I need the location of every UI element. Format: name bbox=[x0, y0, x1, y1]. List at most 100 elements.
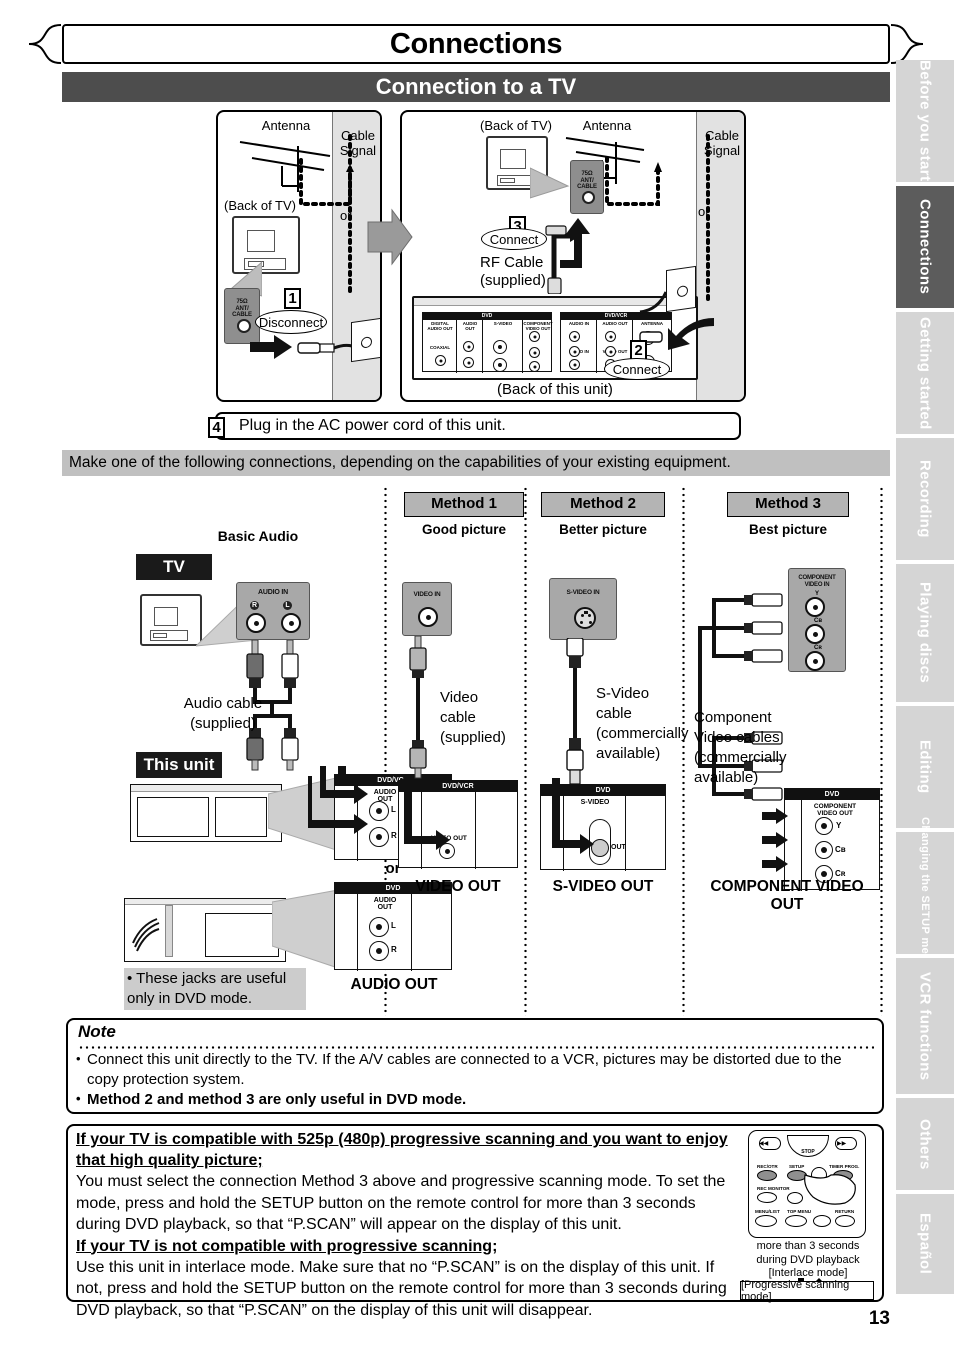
rec-monitor-button bbox=[757, 1192, 777, 1203]
rf-cable-label: RF Cable (supplied) bbox=[480, 254, 546, 289]
s-video-din-jack bbox=[574, 607, 596, 629]
sidebar-tab-espanol[interactable]: Español bbox=[896, 1194, 954, 1294]
tab-label: Recording bbox=[916, 460, 934, 538]
component-y-jack bbox=[529, 331, 540, 342]
component-in-cr-jack bbox=[805, 651, 825, 671]
component-video-out-caption: COMPONENT VIDEO OUT bbox=[710, 878, 864, 913]
page-number: 13 bbox=[868, 1308, 890, 1329]
sidebar-tab-editing[interactable]: Editing bbox=[896, 706, 954, 828]
step-3-action: Connect bbox=[481, 228, 547, 250]
video-in-jack-2 bbox=[418, 607, 438, 627]
page-title: Connections bbox=[389, 27, 563, 60]
banner-wing-left-icon bbox=[28, 24, 62, 64]
back-of-tv-label: (Back of TV) bbox=[224, 198, 297, 213]
component-out-cb-tag: Cʙ bbox=[835, 845, 846, 854]
top-menu-button bbox=[785, 1215, 807, 1227]
sidebar-tab-vcr-functions[interactable]: VCR functions bbox=[896, 958, 954, 1094]
audio-out-l-letter: L bbox=[391, 805, 396, 814]
note-box: Note Connect this unit directly to the T… bbox=[66, 1018, 884, 1114]
component-out-y-tag: Y bbox=[836, 821, 842, 830]
remote-caption: more than 3 seconds during DVD playback … bbox=[756, 1240, 860, 1279]
rear-tag-dvd: DVD bbox=[423, 313, 551, 320]
audio-out-l-jack-4 bbox=[369, 917, 389, 937]
setup-label: SETUP bbox=[789, 1164, 805, 1169]
sidebar-tab-recording[interactable]: Recording bbox=[896, 438, 954, 560]
sidebar-tab-connections[interactable]: Connections bbox=[896, 186, 954, 308]
rear-label-component-video-out: COMPONENT VIDEO OUT bbox=[523, 321, 553, 331]
audio-in-l-jack bbox=[569, 331, 580, 342]
column-divider-2 bbox=[524, 486, 527, 1016]
sidebar-tab-getting-started[interactable]: Getting started bbox=[896, 312, 954, 434]
step-4-number: 4 bbox=[208, 417, 225, 438]
tab-label: Connections bbox=[916, 199, 934, 295]
rec-otr-button bbox=[757, 1170, 777, 1181]
antenna-connection-diagram: Antenna Cable Signal (Back of TV) or 75Ω… bbox=[216, 110, 746, 405]
tv-tag: TV bbox=[136, 554, 212, 580]
rear-tag-dvd-4: DVD bbox=[785, 789, 879, 800]
tv-audio-in-panel: AUDIO IN R L bbox=[236, 582, 310, 640]
rear-label-audio-in: AUDIO IN bbox=[568, 321, 590, 326]
audio-in-r-jack-2 bbox=[246, 613, 266, 633]
audio-out-label-2: AUDIO OUT bbox=[373, 897, 397, 911]
or-label-2: or bbox=[698, 204, 710, 219]
component-out-y-jack bbox=[815, 817, 833, 835]
wall-outlet-plate bbox=[351, 317, 380, 363]
sidebar-tab-others[interactable]: Others bbox=[896, 1098, 954, 1190]
timer-prog-label: TIMER PROG. bbox=[829, 1164, 860, 1169]
basic-audio-title: Basic Audio bbox=[217, 528, 299, 544]
antenna-lead-dotted-2 bbox=[605, 156, 662, 206]
progressive-scanning-box: If your TV is compatible with 525p (480p… bbox=[66, 1124, 884, 1319]
method-3-header: Method 3 bbox=[727, 492, 849, 517]
audio-in-r-tag: R bbox=[250, 601, 259, 610]
component-out-cb-jack bbox=[815, 841, 833, 859]
rear-closeup-component-video-out: DVD COMPONENT VIDEO OUT Y Cʙ Cʀ bbox=[784, 788, 880, 891]
methods-section: Basic Audio TV AUDIO IN R L Audio cable … bbox=[62, 486, 890, 1016]
note-title: Note bbox=[78, 1022, 116, 1041]
method-3-subtitle: Best picture bbox=[748, 522, 828, 537]
audio-cable-label: Audio cable (supplied) bbox=[183, 695, 263, 732]
instruction-bar-text: Make one of the following connections, d… bbox=[69, 454, 731, 471]
video-cable-illustration bbox=[409, 636, 427, 779]
s-video-in-jack bbox=[493, 340, 507, 354]
chapter-banner: Connections bbox=[62, 24, 890, 64]
rear-label-audio-out: AUDIO OUT bbox=[462, 321, 478, 331]
fast-forward-icon: ▶▶ bbox=[837, 1141, 847, 1147]
antenna-label: Antenna bbox=[261, 118, 311, 133]
s-video-out-jack bbox=[493, 358, 507, 372]
rear-label-audio-out-2: AUDIO OUT bbox=[602, 321, 628, 326]
audio-in-label: AUDIO IN bbox=[258, 589, 288, 596]
s-video-out-sub: OUT bbox=[611, 844, 626, 851]
audio-out-l-letter-2: L bbox=[391, 921, 396, 930]
rec-monitor-label: REC MONITOR bbox=[757, 1186, 790, 1191]
remote-control-illustration: ◀◀ ▶▶ STOP REC/OTR SETUP TIMER PROG. REC… bbox=[748, 1130, 866, 1238]
s-video-cable-label: S-Video cable (commercially available) bbox=[596, 685, 689, 762]
progressive-heading-2: If your TV is not compatible with progre… bbox=[76, 1237, 498, 1255]
menu-list-label: MENU/LIST bbox=[755, 1209, 780, 1214]
tab-label: Español bbox=[916, 1213, 934, 1275]
tv-back-illustration-3 bbox=[140, 594, 202, 646]
sidebar-tab-before-you-start[interactable]: Before you start bbox=[896, 60, 954, 182]
method-1-header: Method 1 bbox=[404, 492, 524, 517]
rear-label-s-video: S-VIDEO bbox=[493, 321, 513, 326]
rear-label-coaxial: COAXIAL bbox=[429, 345, 451, 350]
s-video-cable-illustration bbox=[566, 638, 584, 785]
antenna-in-arrow-icon bbox=[560, 218, 590, 304]
video-out-arrow-icon bbox=[404, 776, 450, 850]
component-in-cb-jack bbox=[805, 624, 825, 644]
tv-video-in-panel: VIDEO IN bbox=[402, 582, 452, 636]
side-tab-rail: Before you start Connections Getting sta… bbox=[896, 60, 954, 1328]
sidebar-tab-playing-discs[interactable]: Playing discs bbox=[896, 564, 954, 702]
audio-out-r-jack-4 bbox=[369, 941, 389, 961]
audio-out-l-jack-2 bbox=[605, 331, 616, 342]
audio-out-caption: AUDIO OUT bbox=[350, 976, 438, 993]
flow-arrow-icon bbox=[367, 208, 413, 266]
s-video-out-caption: S-VIDEO OUT bbox=[552, 878, 654, 895]
rewind-icon: ◀◀ bbox=[759, 1141, 769, 1147]
wall-outlet-plate-2 bbox=[666, 265, 696, 313]
sidebar-tab-changing-setup-menu[interactable]: Changing the SETUP menu bbox=[896, 817, 954, 969]
hand-pointer-icon bbox=[804, 1174, 856, 1205]
progressive-heading-1: If your TV is compatible with 525p (480p… bbox=[76, 1131, 728, 1169]
rec-otr-label: REC/OTR bbox=[757, 1164, 778, 1169]
method-1-subtitle: Good picture bbox=[422, 522, 506, 537]
note-item: Method 2 and method 3 are only useful in… bbox=[76, 1089, 876, 1110]
